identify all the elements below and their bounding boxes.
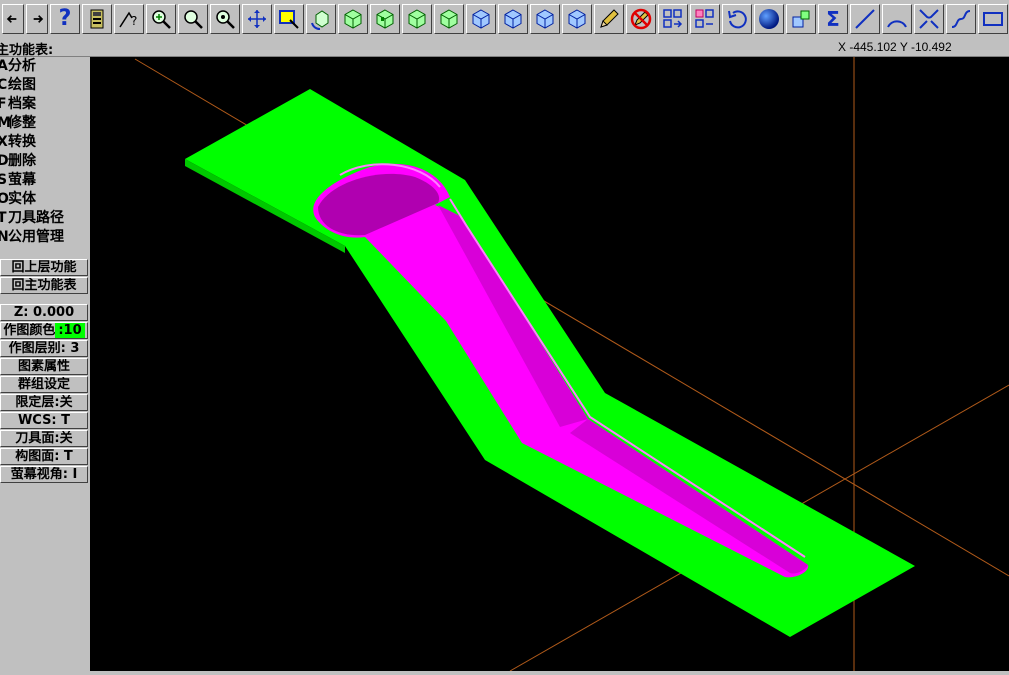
forward-arrow-icon <box>33 15 44 23</box>
arc-icon <box>887 20 907 28</box>
fillet-button[interactable] <box>914 4 944 34</box>
fillet-icon <box>919 9 939 29</box>
undo-button[interactable] <box>722 4 752 34</box>
group-button[interactable] <box>786 4 816 34</box>
pencil-button[interactable] <box>594 4 624 34</box>
menu-item-analyze[interactable]: A 分析 <box>0 57 90 76</box>
z-depth-button[interactable]: Z: 0.000 <box>0 304 88 321</box>
menu-item-delete[interactable]: D 删除 <box>0 152 90 171</box>
cube-blue-1-button[interactable] <box>466 4 496 34</box>
cube-top-icon <box>344 9 362 29</box>
rectangle-icon <box>983 12 1003 26</box>
zoom-out-button[interactable] <box>210 4 240 34</box>
copy-button[interactable] <box>658 4 688 34</box>
main-menu-button[interactable]: 回主功能表 <box>0 277 88 294</box>
sphere-button[interactable] <box>754 4 784 34</box>
cube-front-icon <box>376 9 394 29</box>
menu-item-modify[interactable]: M 修整 <box>0 114 90 133</box>
level-button[interactable]: 作图层别: 3 <box>0 340 88 357</box>
cube-blue-4-button[interactable] <box>562 4 592 34</box>
no-draw-icon <box>630 8 652 30</box>
svg-text:?: ? <box>131 14 137 28</box>
wcs-button[interactable]: WCS: T <box>0 412 88 429</box>
transform-button[interactable] <box>690 4 720 34</box>
move-button[interactable] <box>242 4 272 34</box>
zoom-pan-icon <box>152 10 171 29</box>
cursor-coordinates: X -445.102 Y -10.492 <box>838 40 952 54</box>
cube-blue-1-icon <box>472 9 490 29</box>
zoom-out-icon <box>216 10 235 29</box>
menu-item-file[interactable]: F 档案 <box>0 95 90 114</box>
sphere-icon <box>759 9 779 29</box>
color-value-swatch: :10 <box>55 323 85 338</box>
viewport-canvas <box>134 57 1009 671</box>
sum-icon: Σ <box>826 7 840 31</box>
move-icon <box>248 10 266 28</box>
copy-icon <box>663 9 683 28</box>
rotate-view-button[interactable] <box>306 4 336 34</box>
cube-side-icon <box>408 9 426 29</box>
calculator-icon <box>90 9 104 29</box>
main-menu: A 分析 C 绘图 F 档案 M 修整 X 转换 D 删除 S 萤幕 O 实体 T 刀具路径 N公… <box>0 57 90 675</box>
menu-item-toolpaths[interactable]: T 刀具路径 <box>0 209 90 228</box>
cube-blue-3-icon <box>536 9 554 29</box>
cube-side-button[interactable] <box>402 4 432 34</box>
toolbar: ? ? Σ <box>0 0 1009 39</box>
cube-blue-2-button[interactable] <box>498 4 528 34</box>
arc-button[interactable] <box>882 4 912 34</box>
no-draw-button[interactable] <box>626 4 656 34</box>
select-box-button[interactable] <box>274 4 304 34</box>
attributes-button[interactable]: 图素属性 <box>0 358 88 375</box>
back-button[interactable]: 回上层功能 <box>0 259 88 276</box>
menu-item-screen[interactable]: S 萤幕 <box>0 171 90 190</box>
spline-button[interactable] <box>946 4 976 34</box>
main-menu-title: 主功能表: <box>0 43 54 58</box>
spline-icon <box>951 10 971 28</box>
cube-iso-icon <box>440 9 458 29</box>
group-settings-button[interactable]: 群组设定 <box>0 376 88 393</box>
menu-item-solids[interactable]: O 实体 <box>0 190 90 209</box>
undo-icon <box>728 10 747 29</box>
graphics-viewport[interactable] <box>90 57 1009 671</box>
color-label: 作图颜色 <box>3 323 56 338</box>
cube-top-button[interactable] <box>338 4 368 34</box>
forward-arrow-button[interactable] <box>26 4 48 34</box>
viewport-bottom-border <box>90 671 1009 675</box>
mask-level-button[interactable]: 限定层:关 <box>0 394 88 411</box>
cube-blue-3-button[interactable] <box>530 4 560 34</box>
cube-iso-button[interactable] <box>434 4 464 34</box>
zoom-pan-button[interactable] <box>146 4 176 34</box>
cube-blue-2-icon <box>504 9 522 29</box>
color-button[interactable]: 作图颜色:10 <box>0 322 88 339</box>
rotate-view-icon <box>311 10 329 30</box>
cube-front-button[interactable] <box>370 4 400 34</box>
rectangle-button[interactable] <box>978 4 1008 34</box>
graphics-view-button[interactable]: 萤幕视角: I <box>0 466 88 483</box>
sum-button[interactable]: Σ <box>818 4 848 34</box>
line-icon <box>855 9 875 29</box>
back-arrow-button[interactable] <box>2 4 24 34</box>
help-icon: ? <box>58 6 72 31</box>
back-arrow-icon <box>6 15 17 23</box>
transform-icon <box>695 9 714 28</box>
select-box-icon <box>279 10 299 29</box>
menu-item-xform[interactable]: X 转换 <box>0 133 90 152</box>
status-bar: 主功能表: X -445.102 Y -10.492 <box>0 38 1009 58</box>
line-button[interactable] <box>850 4 880 34</box>
cube-blue-4-icon <box>568 9 586 29</box>
group-icon <box>792 10 810 28</box>
menu-item-nc-utils[interactable]: N 公用管理 <box>0 228 90 247</box>
menu-item-create[interactable]: C 绘图 <box>0 76 90 95</box>
help-button[interactable]: ? <box>50 4 80 34</box>
construction-plane-button[interactable]: 构图面: T <box>0 448 88 465</box>
analyze-icon: ? <box>119 11 137 28</box>
zoom-icon <box>184 10 203 29</box>
pencil-icon <box>600 9 619 28</box>
tool-plane-button[interactable]: 刀具面:关 <box>0 430 88 447</box>
analyze-button[interactable]: ? <box>114 4 144 34</box>
zoom-button[interactable] <box>178 4 208 34</box>
calculator-button[interactable] <box>82 4 112 34</box>
